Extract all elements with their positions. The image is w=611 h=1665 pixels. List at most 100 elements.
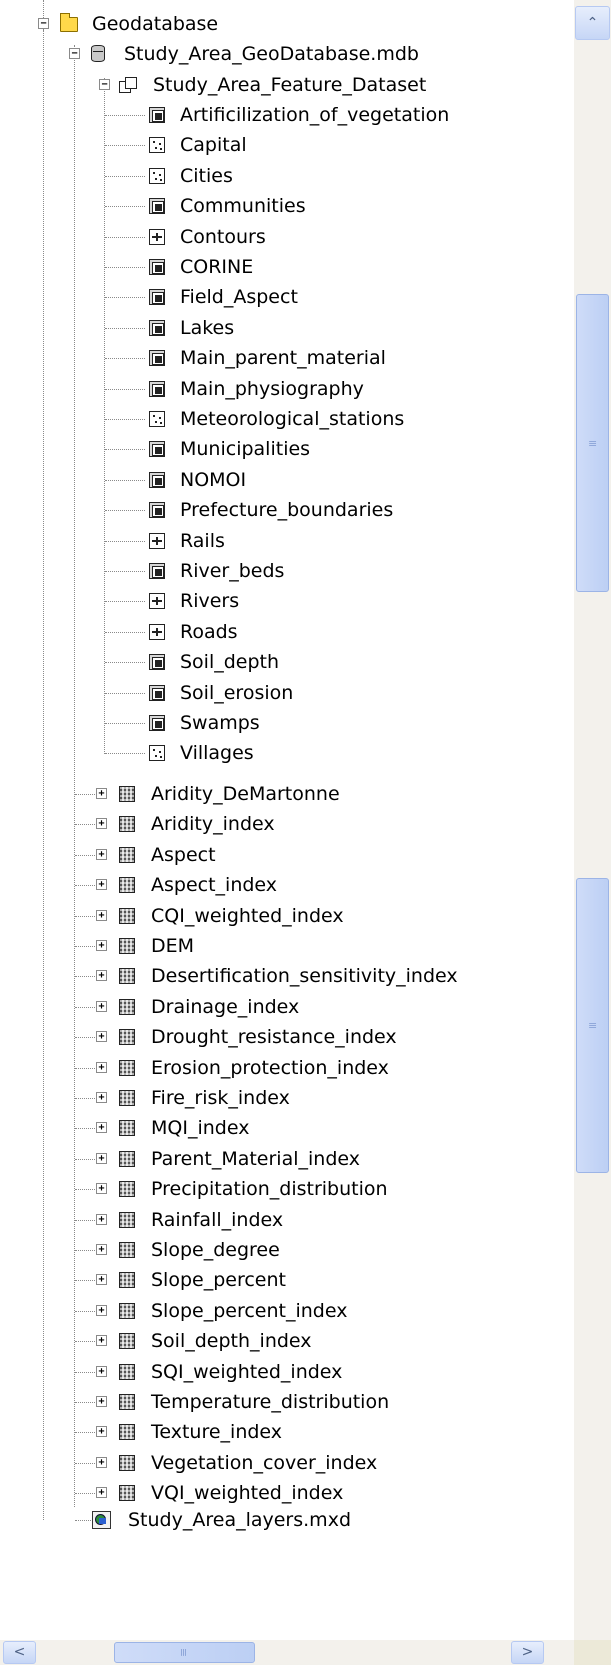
tree-node-feature-class[interactable]: Communities [0, 191, 574, 221]
expand-toggle[interactable]: + [96, 1365, 107, 1377]
tree-line [105, 449, 145, 451]
collapse-toggle[interactable]: − [99, 79, 110, 90]
tree-node-feature-class[interactable]: Capital [0, 130, 574, 160]
tree-node-raster[interactable]: + Rainfall_index [0, 1205, 574, 1235]
tree-node-feature-class[interactable]: Cities [0, 161, 574, 191]
expand-toggle[interactable]: + [96, 1000, 107, 1012]
tree-node-feature-class[interactable]: Soil_erosion [0, 678, 574, 708]
expand-toggle[interactable]: + [96, 788, 107, 799]
expand-toggle[interactable]: + [96, 1274, 107, 1286]
tree-line [75, 1189, 95, 1191]
raster-icon [119, 786, 135, 802]
scroll-thumb[interactable]: ≡ [114, 1642, 255, 1663]
tree-line [105, 662, 145, 664]
expand-toggle[interactable]: + [96, 909, 107, 921]
expand-toggle[interactable]: + [96, 970, 107, 982]
tree-node-raster[interactable]: + Drainage_index [0, 992, 574, 1022]
expand-toggle[interactable]: + [96, 1183, 107, 1195]
scroll-thumb[interactable]: ≡ [576, 878, 609, 1173]
expand-toggle[interactable]: + [96, 1244, 107, 1255]
tree-node-feature-class[interactable]: Villages [0, 738, 574, 768]
horizontal-scrollbar[interactable]: < ≡ > [0, 1640, 611, 1665]
tree-node-feature-class[interactable]: Prefecture_boundaries [0, 495, 574, 525]
tree-node-raster[interactable]: + VQI_weighted_index [0, 1478, 574, 1508]
tree-node-raster[interactable]: + DEM [0, 931, 574, 961]
expand-toggle[interactable]: + [96, 1092, 107, 1103]
node-label: Drought_resistance_index [151, 1026, 397, 1049]
expand-toggle[interactable]: + [96, 1061, 107, 1073]
raster-icon [119, 816, 135, 833]
tree-node-geodatabase[interactable]: − Geodatabase [0, 9, 574, 39]
tree-node-feature-class[interactable]: Artificilization_of_vegetation [0, 100, 574, 130]
tree-node-feature-class[interactable]: Rails [0, 526, 574, 556]
tree-node-raster[interactable]: + Aspect_index [0, 870, 574, 900]
expand-toggle[interactable]: + [96, 1335, 107, 1347]
tree-node-raster[interactable]: + Temperature_distribution [0, 1387, 574, 1417]
tree-node-raster[interactable]: + Drought_resistance_index [0, 1022, 574, 1052]
tree-line [75, 1158, 95, 1160]
raster-icon [119, 1485, 135, 1502]
tree-node-feature-class[interactable]: Roads [0, 617, 574, 647]
expand-toggle[interactable]: + [96, 1396, 107, 1407]
tree-node-feature-class[interactable]: Municipalities [0, 434, 574, 464]
tree-node-raster[interactable]: + Vegetation_cover_index [0, 1448, 574, 1478]
tree-node-feature-class[interactable]: Rivers [0, 586, 574, 616]
catalog-tree[interactable]: − Geodatabase − Study_Area_GeoDatabase.m… [0, 0, 574, 1640]
tree-node-feature-class[interactable]: CORINE [0, 252, 574, 282]
tree-node-feature-class[interactable]: Soil_depth [0, 647, 574, 677]
tree-node-feature-class[interactable]: Main_parent_material [0, 343, 574, 373]
tree-node-raster[interactable]: + Aridity_index [0, 809, 574, 839]
expand-toggle[interactable]: + [96, 1213, 107, 1225]
tree-node-feature-dataset[interactable]: − Study_Area_Feature_Dataset [0, 70, 574, 100]
scroll-left-button[interactable]: < [3, 1641, 36, 1664]
expand-toggle[interactable]: + [96, 1031, 107, 1043]
tree-line [75, 1250, 95, 1251]
tree-node-raster[interactable]: + Aspect [0, 840, 574, 870]
node-label: Municipalities [180, 438, 311, 461]
tree-node-geodatabase-mdb[interactable]: − Study_Area_GeoDatabase.mdb [0, 39, 574, 69]
raster-icon [119, 1029, 135, 1046]
expand-toggle[interactable]: + [96, 818, 107, 830]
tree-node-raster[interactable]: + Texture_index [0, 1417, 574, 1447]
tree-node-raster[interactable]: + Desertification_sensitivity_index [0, 961, 574, 991]
tree-line [105, 206, 145, 208]
tree-node-feature-class[interactable]: Lakes [0, 313, 574, 343]
tree-node-raster[interactable]: + SQI_weighted_index [0, 1357, 574, 1387]
expand-toggle[interactable]: + [96, 1152, 107, 1164]
expand-toggle[interactable]: + [96, 1122, 107, 1134]
tree-node-feature-class[interactable]: Field_Aspect [0, 282, 574, 312]
collapse-toggle[interactable]: − [69, 48, 80, 59]
tree-node-raster[interactable]: + Slope_degree [0, 1235, 574, 1265]
tree-node-raster[interactable]: + Fire_risk_index [0, 1083, 574, 1113]
tree-node-feature-class[interactable]: Main_physiography [0, 374, 574, 404]
tree-node-feature-class[interactable]: Contours [0, 222, 574, 252]
expand-toggle[interactable]: + [96, 1304, 107, 1316]
tree-node-feature-class[interactable]: River_beds [0, 556, 574, 586]
tree-node-feature-class[interactable]: NOMOI [0, 465, 574, 495]
tree-node-raster[interactable]: + Slope_percent [0, 1265, 574, 1295]
expand-toggle[interactable]: + [96, 940, 107, 951]
tree-node-raster[interactable]: + Parent_Material_index [0, 1144, 574, 1174]
tree-node-raster[interactable]: + Precipitation_distribution [0, 1174, 574, 1204]
tree-node-raster[interactable]: + Soil_depth_index [0, 1326, 574, 1356]
tree-node-map-document[interactable]: Study_Area_layers.mxd [0, 1505, 574, 1535]
expand-toggle[interactable]: + [96, 1456, 107, 1468]
tree-node-raster[interactable]: + Slope_percent_index [0, 1296, 574, 1326]
expand-toggle[interactable]: + [96, 879, 107, 891]
tree-node-raster[interactable]: + Erosion_protection_index [0, 1053, 574, 1083]
tree-node-raster[interactable]: + MQI_index [0, 1113, 574, 1143]
expand-toggle[interactable]: + [96, 848, 107, 860]
expand-toggle[interactable]: + [96, 1426, 107, 1438]
collapse-toggle[interactable]: − [38, 18, 49, 29]
expand-toggle[interactable]: + [96, 1487, 107, 1499]
tree-node-raster[interactable]: + CQI_weighted_index [0, 901, 574, 931]
vertical-scrollbar[interactable]: ⌃ ≡ ≡ [574, 0, 611, 1640]
tree-node-raster[interactable]: + Aridity_DeMartonne [0, 779, 574, 809]
scroll-up-button[interactable]: ⌃ [575, 6, 610, 40]
tree-line [75, 1520, 91, 1521]
scroll-thumb[interactable]: ≡ [576, 294, 609, 592]
scroll-right-button[interactable]: > [511, 1641, 544, 1664]
node-label: Slope_degree [151, 1239, 280, 1261]
tree-node-feature-class[interactable]: Meteorological_stations [0, 404, 574, 434]
tree-node-feature-class[interactable]: Swamps [0, 708, 574, 738]
